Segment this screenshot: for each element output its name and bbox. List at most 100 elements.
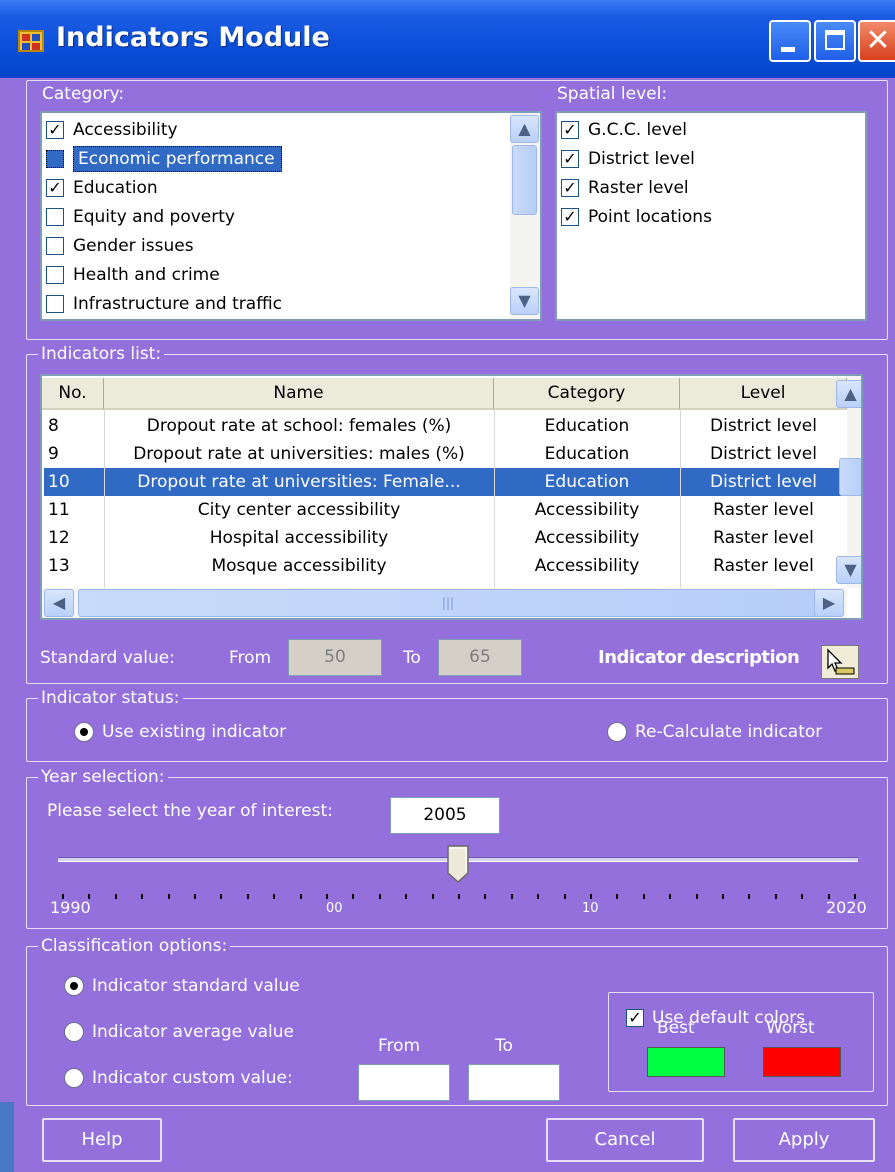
table-vertical-scroll-thumb[interactable] (839, 458, 861, 496)
custom-value-radio-label: Indicator custom value: (92, 1068, 293, 1088)
spatial-level-checklist[interactable]: ✓ G.C.C. level ✓ District level ✓ Raster leve… (555, 111, 867, 321)
year-slider-thumb[interactable] (447, 845, 469, 883)
checkbox-icon[interactable]: ✓ (561, 178, 579, 197)
table-row[interactable]: 12 Hospital accessibility Accessibility Ras… (44, 524, 849, 552)
pointer-tool-icon (827, 648, 855, 675)
category-item[interactable]: Health and crime (46, 260, 220, 289)
checkbox-icon[interactable] (46, 149, 64, 168)
year-tick-label-10: 10 (582, 901, 599, 916)
table-horizontal-scrollbar[interactable]: ◀ ||| ▶ (42, 588, 847, 618)
checkbox-icon[interactable]: ✓ (561, 207, 579, 226)
column-header-no[interactable]: No. (42, 378, 104, 410)
table-scroll-left-button[interactable]: ◀ (44, 589, 74, 617)
recalculate-radio-label: Re-Calculate indicator (635, 722, 823, 742)
table-scroll-down-button[interactable]: ▼ (836, 556, 861, 584)
cancel-button[interactable]: Cancel (546, 1118, 704, 1162)
spatial-level-item[interactable]: ✓ District level (561, 144, 695, 173)
recalculate-radio[interactable]: Re-Calculate indicator (607, 722, 822, 742)
custom-to-field[interactable] (468, 1064, 560, 1101)
table-horizontal-scroll-thumb[interactable]: ||| (78, 589, 818, 617)
indicators-table[interactable]: No. Name Category Level 8 Dropout rate at… (40, 374, 863, 620)
standard-to-field[interactable]: 65 (438, 639, 522, 676)
best-color-label: Best (657, 1018, 695, 1038)
window-title: Indicators Module (56, 22, 330, 53)
checkbox-icon[interactable]: ✓ (46, 178, 64, 197)
category-checklist[interactable]: ✓ Accessibility Economic performance ✓ Educa… (40, 111, 542, 321)
best-color-swatch[interactable] (647, 1047, 725, 1077)
custom-value-radio[interactable]: Indicator custom value: (64, 1068, 293, 1088)
year-selection-label: Year selection: (38, 767, 168, 787)
minimize-button[interactable] (769, 20, 811, 62)
checkbox-icon[interactable] (46, 236, 64, 255)
checkbox-icon[interactable] (46, 207, 64, 226)
title-bar[interactable]: Indicators Module ✕ (0, 0, 895, 78)
average-value-radio-label: Indicator average value (92, 1022, 294, 1042)
table-row[interactable]: 11 City center accessibility Accessibility… (44, 496, 849, 524)
indicator-description-button[interactable] (821, 645, 859, 679)
table-cell-name: City center accessibility (197, 500, 401, 520)
indicators-list-label: Indicators list: (38, 344, 165, 364)
table-row[interactable]: 13 Mosque accessibility Accessibility Raste… (44, 552, 849, 580)
year-tick-label-end: 2020 (826, 898, 867, 917)
standard-from-field[interactable]: 50 (288, 639, 382, 676)
column-header-name[interactable]: Name (104, 378, 494, 410)
average-value-radio[interactable]: Indicator average value (64, 1022, 294, 1042)
table-cell-no: 10 (48, 472, 70, 492)
close-button[interactable]: ✕ (858, 20, 895, 62)
average-value-radio-dot[interactable] (64, 1022, 84, 1042)
minimize-icon (781, 47, 795, 52)
custom-from-label: From (378, 1036, 421, 1056)
table-cell-no: 8 (48, 416, 59, 436)
column-header-category[interactable]: Category (494, 378, 680, 410)
category-item[interactable]: ✓ Accessibility (46, 115, 178, 144)
category-item[interactable]: Gender issues (46, 231, 194, 260)
use-existing-radio-dot[interactable] (74, 722, 94, 742)
custom-from-field[interactable] (358, 1064, 450, 1101)
maximize-button[interactable] (814, 20, 856, 62)
apply-button[interactable]: Apply (733, 1118, 875, 1162)
custom-value-radio-dot[interactable] (64, 1068, 84, 1088)
worst-color-swatch[interactable] (763, 1047, 841, 1077)
use-existing-radio[interactable]: Use existing indicator (74, 722, 286, 742)
year-input[interactable]: 2005 (390, 797, 500, 834)
category-vertical-scrollbar[interactable]: ▲ ▼ (510, 113, 540, 319)
checkbox-icon[interactable]: ✓ (561, 120, 579, 139)
category-scroll-up-button[interactable]: ▲ (510, 115, 539, 143)
category-scroll-thumb[interactable] (512, 145, 537, 215)
default-colors-group (608, 992, 874, 1092)
spatial-level-item[interactable]: ✓ Raster level (561, 173, 689, 202)
standard-value-label: Standard value: (40, 648, 175, 668)
category-item[interactable]: Economic performance (46, 144, 282, 173)
table-scroll-up-button[interactable]: ▲ (836, 380, 861, 408)
standard-value-radio[interactable]: Indicator standard value (64, 976, 300, 996)
checkbox-icon[interactable]: ✓ (46, 120, 64, 139)
category-scroll-down-button[interactable]: ▼ (510, 287, 539, 315)
category-item[interactable]: Infrastructure and traffic (46, 289, 282, 318)
slider-tick (590, 894, 592, 899)
category-item[interactable]: Equity and poverty (46, 202, 235, 231)
use-default-colors-check-icon[interactable]: ✓ (626, 1009, 644, 1027)
checkbox-icon[interactable]: ✓ (561, 149, 579, 168)
table-row[interactable]: 8 Dropout rate at school: females (%) Educ… (44, 412, 849, 440)
category-item[interactable]: ✓ Education (46, 173, 158, 202)
standard-to-label: To (403, 648, 421, 668)
standard-value-radio-dot[interactable] (64, 976, 84, 996)
help-button[interactable]: Help (42, 1118, 162, 1162)
background-desktop-strip (0, 1102, 14, 1172)
checkbox-icon[interactable] (46, 294, 64, 313)
standard-value-radio-label: Indicator standard value (92, 976, 300, 996)
table-cell-level: Raster level (713, 528, 814, 548)
indicator-status-label: Indicator status: (38, 688, 183, 708)
table-gridline (494, 410, 495, 588)
table-scroll-right-button[interactable]: ▶ (814, 589, 844, 617)
table-vertical-scrollbar[interactable]: ▲ ▼ (836, 376, 861, 588)
category-item-label: Infrastructure and traffic (73, 293, 282, 314)
column-header-level[interactable]: Level (680, 378, 847, 410)
table-row[interactable]: 10 Dropout rate at universities: Female..… (44, 468, 849, 496)
slider-tick (273, 894, 276, 899)
spatial-level-item[interactable]: ✓ G.C.C. level (561, 115, 687, 144)
table-row[interactable]: 9 Dropout rate at universities: males (%)… (44, 440, 849, 468)
spatial-level-item[interactable]: ✓ Point locations (561, 202, 712, 231)
checkbox-icon[interactable] (46, 265, 64, 284)
recalculate-radio-dot[interactable] (607, 722, 627, 742)
